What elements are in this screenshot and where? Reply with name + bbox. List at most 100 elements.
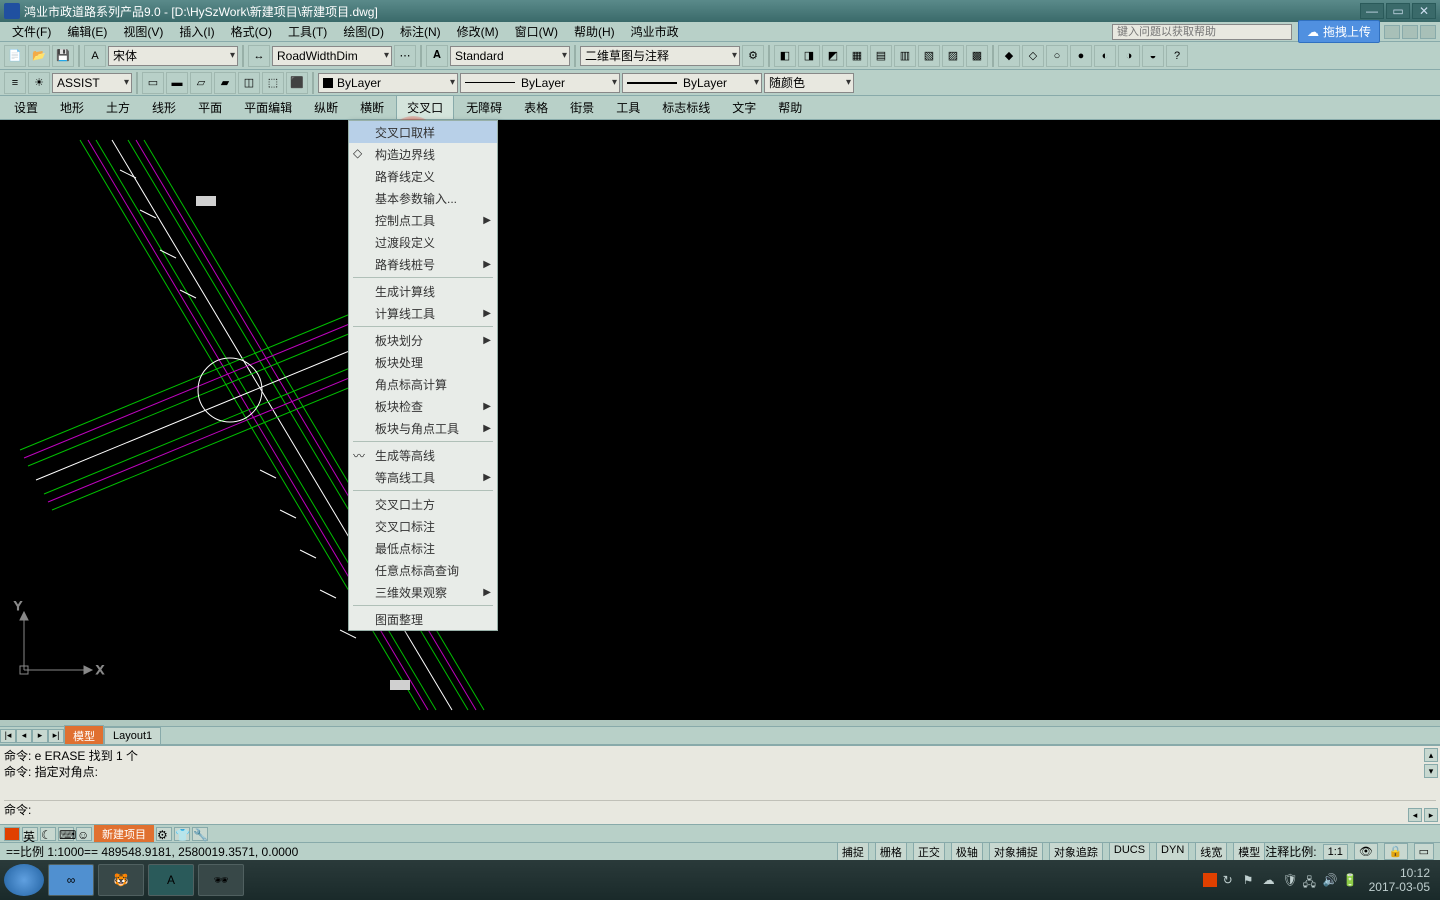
ws-gear-icon[interactable]: ⚙ <box>742 45 764 67</box>
tool-09[interactable]: ▩ <box>966 45 988 67</box>
lt-07[interactable]: ⬛ <box>286 72 308 94</box>
colorsel-combo[interactable]: 随颜色 <box>764 73 854 93</box>
tool-15[interactable]: ◑ <box>1118 45 1140 67</box>
tab-first[interactable]: |◂ <box>0 729 16 743</box>
status-lwt[interactable]: 线宽 <box>1195 842 1227 862</box>
ribbon-street[interactable]: 街景 <box>560 96 604 119</box>
tray-clock[interactable]: 10:12 2017-03-05 <box>1363 866 1436 894</box>
doc-min-button[interactable] <box>1384 25 1400 39</box>
layer-combo[interactable]: ASSIST <box>52 73 132 93</box>
menu-tools[interactable]: 工具(T) <box>280 21 335 42</box>
task-app1[interactable]: ∞ <box>48 864 94 896</box>
tray-flag-icon[interactable]: ⚑ <box>1243 873 1257 887</box>
lineweight-combo[interactable]: ByLayer <box>622 73 762 93</box>
menu-modify[interactable]: 修改(M) <box>449 21 507 42</box>
dd-sample[interactable]: 交叉口取样 <box>349 121 497 143</box>
ime-tool-icon[interactable]: 🔧 <box>192 827 208 841</box>
textstyle-combo[interactable]: Standard <box>450 46 570 66</box>
tool-03[interactable]: ◩ <box>822 45 844 67</box>
dd-3dview[interactable]: 三维效果观察▶ <box>349 581 497 603</box>
lt-06[interactable]: ⬚ <box>262 72 284 94</box>
ribbon-terrain[interactable]: 地形 <box>50 96 94 119</box>
dd-boundary[interactable]: ◇构造边界线 <box>349 143 497 165</box>
dd-slabproc[interactable]: 板块处理 <box>349 351 497 373</box>
layercolor-combo[interactable]: ByLayer <box>318 73 458 93</box>
tool-14[interactable]: ◐ <box>1094 45 1116 67</box>
workspace-combo[interactable]: 二维草图与注释 <box>580 46 740 66</box>
lt-01[interactable]: ▭ <box>142 72 164 94</box>
tab-prev[interactable]: ◂ <box>16 729 32 743</box>
lt-02[interactable]: ▬ <box>166 72 188 94</box>
open-icon[interactable]: 📂 <box>28 45 50 67</box>
ribbon-signs[interactable]: 标志标线 <box>652 96 720 119</box>
dd-stake[interactable]: 路脊线桩号▶ <box>349 253 497 275</box>
menu-window[interactable]: 窗口(W) <box>507 21 566 42</box>
textstyle-icon[interactable]: 𝐀 <box>426 45 448 67</box>
menu-view[interactable]: 视图(V) <box>115 21 171 42</box>
tool-04[interactable]: ▦ <box>846 45 868 67</box>
drawing-canvas[interactable]: Y X <box>0 120 1440 720</box>
help-icon[interactable]: ? <box>1166 45 1188 67</box>
tray-vol-icon[interactable]: 🔊 <box>1323 873 1337 887</box>
dd-calctools[interactable]: 计算线工具▶ <box>349 302 497 324</box>
layer-manager-icon[interactable]: ≡ <box>4 72 26 94</box>
ime-gear-icon[interactable]: ⚙ <box>156 827 172 841</box>
dd-ctrlpt[interactable]: 控制点工具▶ <box>349 209 497 231</box>
layer-state-icon[interactable]: ☀ <box>28 72 50 94</box>
save-icon[interactable]: 💾 <box>52 45 74 67</box>
lt-05[interactable]: ◫ <box>238 72 260 94</box>
status-dyn[interactable]: DYN <box>1156 842 1189 862</box>
ime-kb-icon[interactable]: ⌨ <box>58 827 74 841</box>
status-ortho[interactable]: 正交 <box>913 842 945 862</box>
tool-05[interactable]: ▤ <box>870 45 892 67</box>
help-search-input[interactable] <box>1112 24 1292 40</box>
tool-07[interactable]: ▧ <box>918 45 940 67</box>
dd-query[interactable]: 任意点标高查询 <box>349 559 497 581</box>
ribbon-help[interactable]: 帮助 <box>768 96 812 119</box>
new-icon[interactable]: 📄 <box>4 45 26 67</box>
text-style-icon[interactable]: A <box>84 45 106 67</box>
tool-10[interactable]: ◆ <box>998 45 1020 67</box>
assist-cloud-button[interactable]: ☁ 拖拽上传 <box>1298 20 1380 43</box>
tool-02[interactable]: ◨ <box>798 45 820 67</box>
anno-lock-icon[interactable]: 🔒 <box>1384 843 1408 860</box>
command-input-row[interactable]: 命令: <box>4 800 1436 818</box>
tray-sync-icon[interactable]: ↻ <box>1223 873 1237 887</box>
dd-label[interactable]: 交叉口标注 <box>349 515 497 537</box>
tool-11[interactable]: ◇ <box>1022 45 1044 67</box>
dim-icon[interactable]: ↔ <box>248 45 270 67</box>
menu-insert[interactable]: 插入(I) <box>171 21 222 42</box>
menu-draw[interactable]: 绘图(D) <box>335 21 392 42</box>
dd-slabcheck[interactable]: 板块检查▶ <box>349 395 497 417</box>
status-ducs[interactable]: DUCS <box>1109 842 1150 862</box>
ribbon-accessible[interactable]: 无障碍 <box>456 96 512 119</box>
dd-params[interactable]: 基本参数输入... <box>349 187 497 209</box>
ribbon-profile[interactable]: 纵断 <box>304 96 348 119</box>
status-max-icon[interactable]: ▭ <box>1414 843 1434 860</box>
ime-sogou-icon[interactable] <box>4 827 20 841</box>
menu-help[interactable]: 帮助(H) <box>566 21 623 42</box>
anno-scale[interactable]: 1:1 <box>1323 844 1348 860</box>
dd-earthwork[interactable]: 交叉口土方 <box>349 493 497 515</box>
ime-shirt-icon[interactable]: 👕 <box>174 827 190 841</box>
tab-next[interactable]: ▸ <box>32 729 48 743</box>
ribbon-tools[interactable]: 工具 <box>606 96 650 119</box>
ime-lang[interactable]: 英 <box>22 827 38 841</box>
dd-gencontour[interactable]: 〰生成等高线 <box>349 444 497 466</box>
lt-03[interactable]: ▱ <box>190 72 212 94</box>
tool-08[interactable]: ▨ <box>942 45 964 67</box>
tool-12[interactable]: ○ <box>1046 45 1068 67</box>
menu-edit[interactable]: 编辑(E) <box>59 21 115 42</box>
ribbon-earthwork[interactable]: 土方 <box>96 96 140 119</box>
menu-format[interactable]: 格式(O) <box>223 21 280 42</box>
dd-spine[interactable]: 路脊线定义 <box>349 165 497 187</box>
close-button[interactable]: ✕ <box>1412 3 1436 19</box>
dd-gencalc[interactable]: 生成计算线 <box>349 280 497 302</box>
cmd-scroll-up[interactable]: ▴ <box>1424 748 1438 762</box>
minimize-button[interactable]: — <box>1360 3 1384 19</box>
tray-batt-icon[interactable]: 🔋 <box>1343 873 1357 887</box>
ime-project-tab[interactable]: 新建项目 <box>94 825 154 843</box>
tray-net-icon[interactable]: 🖧 <box>1303 873 1317 887</box>
linetype-combo[interactable]: ByLayer <box>460 73 620 93</box>
status-otrack[interactable]: 对象追踪 <box>1049 842 1103 862</box>
